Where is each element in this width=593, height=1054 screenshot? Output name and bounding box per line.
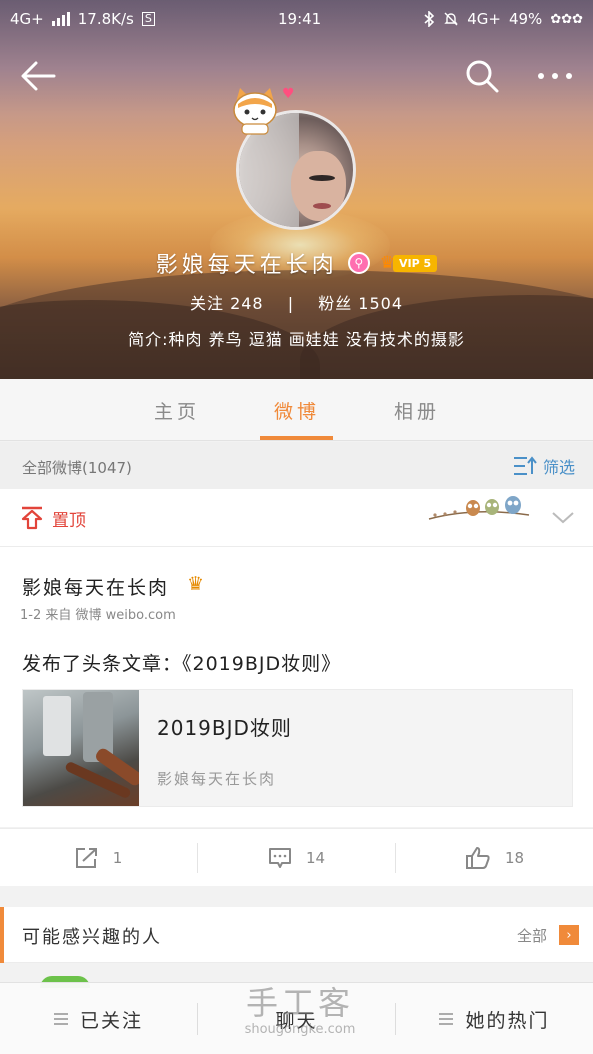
pin-icon [21,506,43,530]
status-bar: 4G+ 17.8K/s S 19:41 4G+ 49% ✿✿✿ [0,0,593,38]
like-count: 18 [504,849,525,867]
flowers-icon: ✿✿✿ [550,11,583,27]
filter-bar: 全部微博(1047) 筛选 [0,442,593,489]
chevron-down-icon[interactable] [551,507,575,527]
bio: 简介:种肉 养鸟 逗猫 画娃娃 没有技术的摄影 [128,330,465,349]
bluetooth-icon [424,11,435,27]
more-icon[interactable] [535,62,575,90]
weibo-post: 影娘每天在长肉 ♛ 1-2 来自 微博 weibo.com 发布了头条文章：《2… [0,547,593,827]
her-hot-label: 她的热门 [465,1009,550,1032]
menu-lines-icon [439,1013,454,1025]
filter-label: 筛选 [542,458,575,477]
repost-count: 1 [112,849,123,867]
network-label-2: 4G+ [467,10,501,28]
follow-stats: 关注 248 | 粉丝 1504 [0,290,593,314]
repost-icon [75,848,97,868]
vip-badge[interactable]: ♛ VIP 5 [380,253,438,273]
watermark: 手工客 shougongke.com [230,978,370,1037]
avatar-eye [309,175,335,181]
article-author: 影娘每天在长肉 [157,770,277,788]
avatar-lip [313,203,331,209]
back-arrow-icon[interactable] [20,58,58,94]
network-label: 4G+ [10,10,44,28]
repost-button[interactable]: 1 [0,829,197,887]
filter-button[interactable]: 筛选 [513,454,575,478]
author-vip-crown-icon: ♛ [187,573,205,595]
suggested-title: 可能感兴趣的人 [22,927,162,948]
tab-album[interactable]: 相册 [357,379,477,441]
watermark-url: shougongke.com [244,1022,356,1037]
post-meta: 1-2 来自 微博 weibo.com [20,608,176,623]
filter-icon [513,456,537,475]
signal-icon [51,12,70,26]
section-accent-bar [0,907,4,963]
article-card[interactable]: 2019BJD妆则 影娘每天在长肉 [22,689,573,807]
username: 影娘每天在长肉 [155,253,338,278]
pinned-header[interactable]: 置顶 [0,489,593,547]
following-count[interactable]: 关注 248 [190,294,264,313]
followed-button[interactable]: 已关注 [0,983,197,1054]
her-hot-button[interactable]: 她的热门 [396,983,593,1054]
cat-sticker-icon [233,88,277,135]
battery-level: 49% [508,10,543,28]
followed-label: 已关注 [79,1009,143,1032]
menu-lines-icon [53,1013,68,1025]
article-title: 2019BJD妆则 [157,716,292,740]
profile-tabs: 主页 微博 相册 [0,379,593,441]
verified-badge-icon[interactable]: ⚲ [347,252,370,274]
comment-button[interactable]: 14 [198,829,395,887]
vip-label: VIP 5 [393,254,438,272]
network-speed: 17.8K/s [77,10,134,28]
post-text: 发布了头条文章：《2019BJD妆则》 [22,653,342,675]
search-icon[interactable] [464,58,500,94]
tab-home[interactable]: 主页 [117,379,237,441]
stats-divider: | [287,294,295,313]
post-actions: 1 14 18 [0,828,593,886]
fans-count[interactable]: 粉丝 1504 [318,294,403,313]
post-author[interactable]: 影娘每天在长肉 [22,573,169,600]
thumbs-up-icon [465,847,490,869]
mute-icon [444,12,458,26]
view-all-link[interactable]: 全部 [517,925,547,946]
s-badge-icon: S [141,12,155,26]
profile-header: 4G+ 17.8K/s S 19:41 4G+ 49% ✿✿✿ ♥ 影娘每天在长… [0,0,593,379]
comment-count: 14 [305,849,326,867]
username-row: 影娘每天在长肉 ⚲ ♛ VIP 5 [0,246,593,280]
suggested-people-header: 可能感兴趣的人 全部 › [0,907,593,963]
owls-decoration-icon [428,496,530,520]
watermark-brand: 手工客 [245,984,354,1022]
profile-page: 4G+ 17.8K/s S 19:41 4G+ 49% ✿✿✿ ♥ 影娘每天在长… [0,0,593,1054]
tab-weibo[interactable]: 微博 [237,379,357,441]
clock: 19:41 [278,10,322,28]
like-button[interactable]: 18 [396,829,593,887]
heart-icon: ♥ [282,86,295,102]
weibo-count: 全部微博(1047) [22,459,132,477]
chevron-right-icon[interactable]: › [559,925,579,945]
comment-icon [268,848,291,868]
article-thumbnail [23,690,139,806]
pinned-label: 置顶 [52,511,86,531]
active-tab-indicator [260,436,333,440]
thumb-bottle-1 [43,696,71,756]
avatar-face [291,151,346,221]
